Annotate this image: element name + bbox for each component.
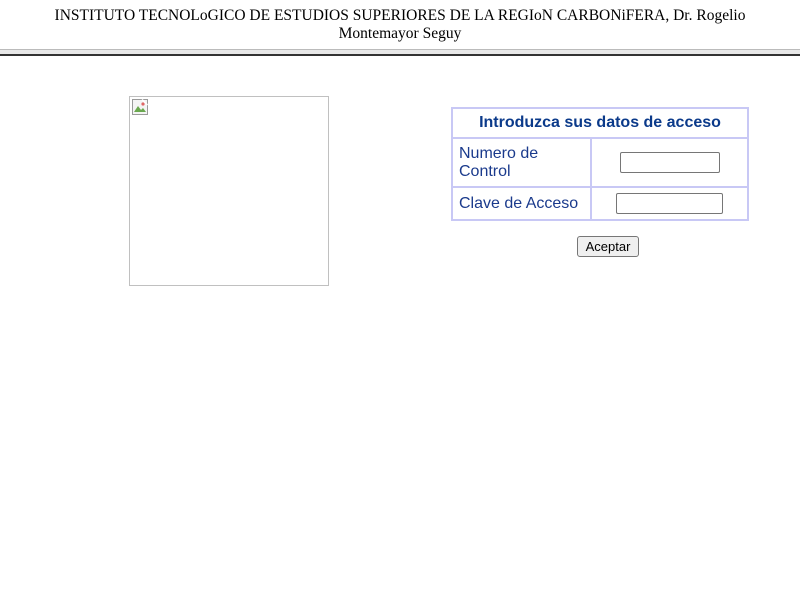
control-number-cell — [591, 138, 748, 187]
institution-name-line-1: INSTITUTO TECNOLoGICO DE ESTUDIOS SUPERI… — [54, 7, 746, 24]
control-number-input[interactable] — [619, 152, 720, 173]
broken-image-icon — [132, 99, 148, 115]
logo-image-placeholder — [129, 96, 329, 286]
institution-name-line-2: Montemayor Seguy — [338, 25, 462, 42]
login-title: Introduzca sus datos de acceso — [452, 108, 748, 138]
password-label: Clave de Acceso — [452, 187, 591, 220]
password-input[interactable] — [616, 193, 723, 214]
control-number-label: Numero de Control — [452, 138, 591, 187]
accept-button[interactable]: Aceptar — [577, 236, 639, 257]
page-header: INSTITUTO TECNOLoGICO DE ESTUDIOS SUPERI… — [0, 0, 800, 44]
password-cell — [591, 187, 748, 220]
header-divider — [0, 49, 800, 56]
login-form-table: Introduzca sus datos de acceso Numero de… — [451, 107, 749, 221]
